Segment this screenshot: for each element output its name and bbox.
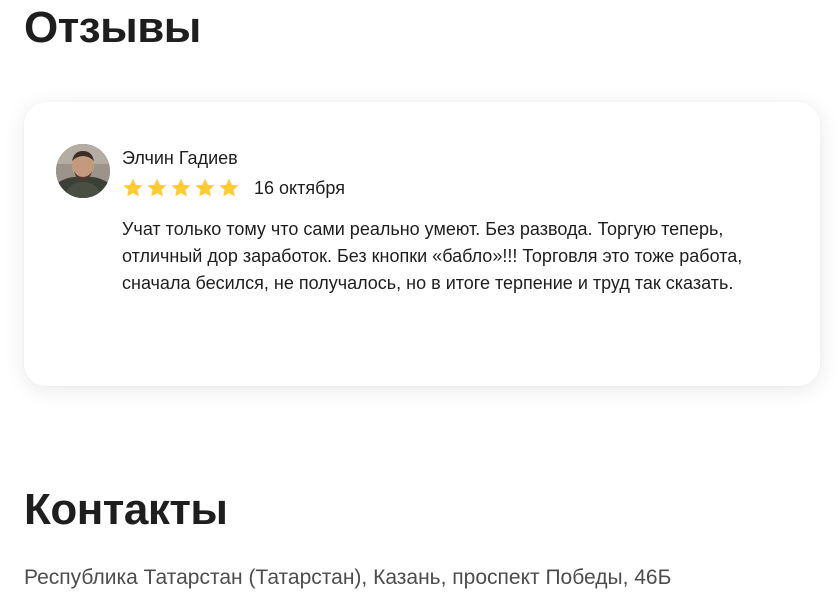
star-icon (195, 178, 215, 197)
author-avatar[interactable] (56, 144, 110, 198)
reviews-section-title: Отзывы (24, 3, 201, 52)
review-rating-row: 16 октября (122, 177, 345, 199)
contacts-section-title: Контакты (24, 485, 228, 534)
rating-stars (122, 177, 240, 199)
star-icon (171, 178, 191, 197)
star-icon (219, 178, 239, 197)
page: Отзывы Элчин Гадиев 16 октября Учат толь… (0, 0, 838, 596)
avatar-photo (56, 144, 110, 198)
review-author-name[interactable]: Элчин Гадиев (122, 148, 238, 169)
star-icon (147, 178, 167, 197)
star-icon (123, 178, 143, 197)
review-card: Элчин Гадиев 16 октября Учат только тому… (24, 102, 820, 386)
review-text: Учат только тому что сами реально умеют.… (122, 219, 743, 293)
contact-address: Республика Татарстан (Татарстан), Казань… (24, 566, 672, 589)
review-date: 16 октября (254, 177, 345, 198)
